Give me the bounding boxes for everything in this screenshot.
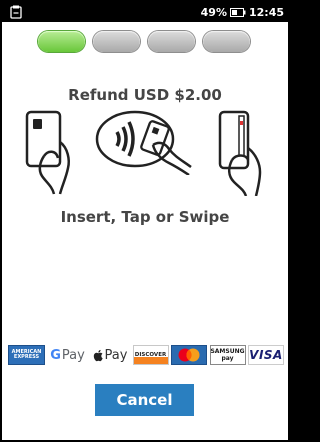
discover-logo: DISCOVER [132, 345, 169, 365]
discover-logo-text: DISCOVER [134, 352, 167, 358]
clock: 12:45 [248, 5, 284, 19]
battery-percent: 49% [200, 5, 227, 19]
swipe-card-icon [218, 110, 262, 196]
status-right: 49% 12:45 [201, 4, 284, 20]
insert-card-icon [25, 110, 70, 195]
samsung-pay-logo: SAMSUNG pay [209, 345, 246, 365]
payment-screen: 49% 12:45 Refund USD $2.00 Insert, Tap o… [2, 2, 288, 440]
google-pay-text: Pay [61, 347, 85, 363]
battery-icon [229, 7, 246, 17]
step-3-indicator [148, 31, 195, 52]
notification-icon [10, 5, 22, 19]
amex-logo: AMERICAN EXPRESS [8, 345, 45, 365]
step-2-indicator [93, 31, 140, 52]
samsung-pay-text: pay [221, 355, 234, 362]
status-bar: 49% 12:45 [2, 2, 288, 22]
contactless-tap-icon [95, 110, 192, 175]
google-g-icon: G [50, 347, 61, 363]
visa-logo: VISA [248, 345, 284, 365]
apple-pay-text: Pay [104, 347, 128, 363]
step-4-indicator [203, 31, 250, 52]
card-prompt: Insert, Tap or Swipe [60, 208, 230, 226]
amex-logo-text: AMERICAN EXPRESS [11, 349, 42, 360]
google-pay-logo: G Pay [48, 345, 88, 365]
refund-title: Refund USD $2.00 [68, 86, 222, 104]
payment-logos: AMERICAN EXPRESS G Pay Pay DISCOVER SAMS… [8, 344, 284, 366]
step-1-indicator [38, 31, 85, 52]
mastercard-logo [171, 345, 207, 365]
visa-logo-text: VISA [249, 348, 283, 362]
apple-icon [93, 349, 103, 361]
samsung-text: SAMSUNG [210, 348, 245, 355]
mastercard-circles-icon [178, 348, 200, 362]
apple-pay-logo: Pay [90, 345, 130, 365]
cancel-button[interactable]: Cancel [95, 384, 194, 416]
progress-steps [38, 31, 250, 52]
